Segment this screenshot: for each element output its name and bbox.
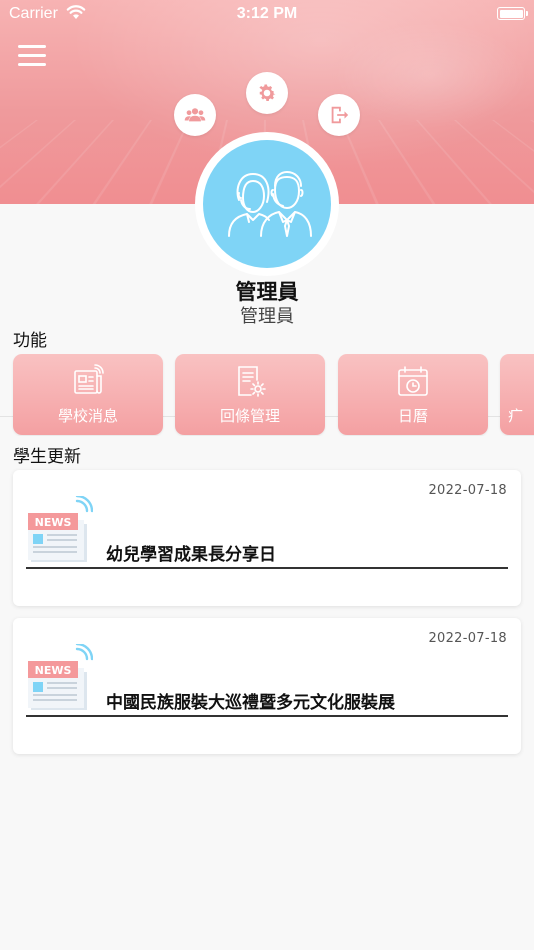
newspaper-icon: NEWS	[28, 496, 93, 562]
function-label: 日曆	[397, 407, 428, 425]
news-date: 2022-07-18	[428, 631, 507, 646]
news-icon	[74, 364, 104, 394]
news-title: 中國民族服裝大巡禮暨多元文化服裝展	[106, 693, 395, 713]
news-underline	[26, 567, 508, 569]
news-date: 2022-07-18	[428, 483, 507, 498]
function-school-news[interactable]: 學校消息	[13, 354, 163, 435]
news-badge: NEWS	[35, 516, 72, 529]
logout-button[interactable]	[318, 94, 360, 136]
settings-button[interactable]	[246, 72, 288, 114]
function-calendar[interactable]: 日曆	[338, 354, 488, 435]
news-item[interactable]: 2022-07-18 NEWS 幼兒學習成果長分享日	[13, 470, 521, 606]
calendar-icon	[398, 366, 428, 396]
function-label: 學校消息	[57, 407, 118, 425]
function-label: 回條管理	[219, 407, 280, 425]
menu-button[interactable]	[18, 45, 46, 69]
menu-icon	[18, 45, 46, 48]
function-reply-slip[interactable]: 回條管理	[175, 354, 325, 435]
functions-row[interactable]: 學校消息 回條管理 日曆 疒	[0, 354, 534, 436]
clock: 3:12 PM	[236, 5, 298, 22]
news-badge: NEWS	[35, 664, 72, 677]
news-title: 幼兒學習成果長分享日	[106, 545, 276, 565]
function-more[interactable]: 疒	[500, 354, 534, 435]
group-button[interactable]	[174, 94, 216, 136]
status-bar: Carrier 3:12 PM	[0, 0, 534, 28]
news-underline	[26, 715, 508, 717]
newspaper-icon: NEWS	[28, 644, 93, 710]
user-role: 管理員	[240, 306, 294, 327]
group-icon	[184, 108, 206, 122]
function-label: 疒	[508, 407, 524, 425]
gear-icon	[259, 84, 276, 101]
news-item[interactable]: 2022-07-18 NEWS 中國民族服裝大巡禮暨多元文化服裝展	[13, 618, 521, 754]
document-gear-icon	[238, 366, 266, 397]
battery-icon	[497, 7, 528, 20]
updates-heading: 學生更新	[13, 447, 81, 467]
support-staff-icon	[228, 171, 312, 237]
logout-icon	[331, 106, 349, 124]
avatar[interactable]	[203, 140, 331, 268]
functions-heading: 功能	[13, 331, 47, 351]
